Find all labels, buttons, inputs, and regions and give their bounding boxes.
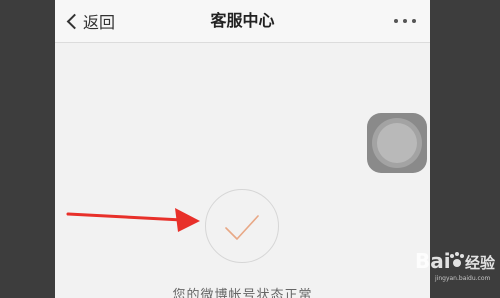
assistive-touch-icon (377, 123, 417, 163)
assistive-touch-button[interactable] (367, 113, 427, 173)
baidu-jingyan-watermark: Bai 经验 jingyan.baidu.com (415, 249, 496, 282)
status-check-circle (205, 189, 279, 263)
more-dots-icon (394, 19, 398, 23)
more-dots-icon (403, 19, 407, 23)
paw-icon (450, 252, 464, 267)
watermark-suffix: 经验 (465, 254, 496, 272)
more-dots-icon (412, 19, 416, 23)
more-options-button[interactable] (394, 0, 416, 42)
account-status-text: 您的微博帐号状态正常 (172, 288, 313, 298)
phone-screen: 返回 客服中心 您的微博帐号状态正常 (55, 0, 430, 298)
page-title: 客服中心 (210, 11, 275, 30)
watermark-tag: jingyan.baidu.com (434, 275, 491, 282)
watermark-brand: Bai (415, 249, 451, 273)
checkmark-icon (225, 215, 259, 240)
navigation-bar: 返回 客服中心 (55, 0, 430, 43)
